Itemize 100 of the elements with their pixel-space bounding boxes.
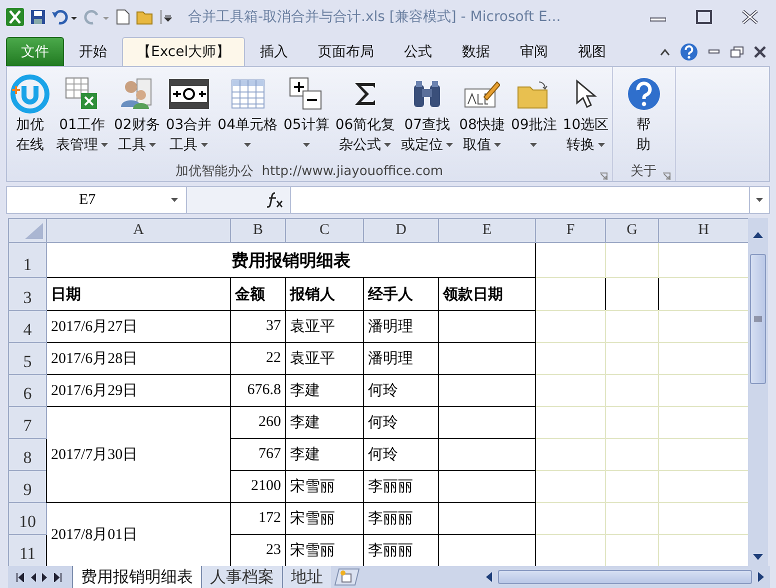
ribbon-button[interactable]: 06简化复 杂公式 xyxy=(332,71,398,161)
ribbon-tab[interactable]: 【Excel大师】 xyxy=(122,37,246,66)
spelling-pencil-icon xyxy=(464,79,500,109)
ribbon-button[interactable]: 05计算 xyxy=(280,71,332,161)
ribbon-tab[interactable]: 插入 xyxy=(245,37,304,66)
minimize-icon[interactable] xyxy=(708,48,720,54)
help-icon xyxy=(626,77,661,111)
row-header[interactable]: 11 xyxy=(8,534,46,566)
table-cell: 260 xyxy=(230,406,286,438)
ribbon-tab[interactable]: 数据 xyxy=(447,37,506,66)
customize-caret-icon[interactable] xyxy=(160,9,172,25)
ribbon-tab[interactable]: 开始 xyxy=(64,37,122,66)
excel-logo-icon[interactable] xyxy=(6,8,24,26)
merge-cells-icon xyxy=(168,79,209,109)
open-folder-icon[interactable] xyxy=(136,9,154,25)
group-label: 关于 xyxy=(630,163,657,180)
help-icon[interactable] xyxy=(680,42,698,60)
ribbon-button[interactable]: 04单元格 xyxy=(214,71,280,161)
table-cell: 676.8 xyxy=(230,374,286,406)
plus-minus-icon xyxy=(289,77,324,111)
dialog-launcher-icon[interactable] xyxy=(662,172,671,181)
row-header[interactable]: 10 xyxy=(8,502,46,534)
sheet-tab[interactable]: 人事档案 xyxy=(201,566,282,588)
ribbon-button[interactable]: 帮 助 xyxy=(612,71,675,161)
ribbon-button[interactable]: 01工作 表管理 xyxy=(53,71,111,161)
column-header[interactable]: F xyxy=(536,218,606,242)
ribbon-button[interactable]: 10选区 转换 xyxy=(560,71,612,161)
sheet-tab[interactable]: 地址 xyxy=(282,566,331,588)
table-cell: 2017/6月29日 xyxy=(46,374,230,406)
ribbon-tab[interactable]: 审阅 xyxy=(505,37,564,66)
save-icon[interactable] xyxy=(30,9,46,25)
column-header[interactable]: H xyxy=(658,218,748,242)
table-cell: 2017/6月27日 xyxy=(46,310,230,342)
row-header[interactable]: 8 xyxy=(8,438,46,470)
column-header[interactable]: E xyxy=(438,218,536,242)
row-header[interactable]: 3 xyxy=(8,278,46,310)
sheet-tab[interactable]: 费用报销明细表 xyxy=(72,566,201,588)
group-label: 加优智能办公 http://www.jiayouoffice.com xyxy=(176,163,444,180)
table-cell: 李建 xyxy=(286,374,364,406)
ribbon-button[interactable]: 09批注 xyxy=(508,71,560,161)
row-header[interactable]: 4 xyxy=(8,310,46,342)
row-header[interactable]: 7 xyxy=(8,406,46,438)
ribbon-tab[interactable]: 视图 xyxy=(563,37,622,66)
table-cell: 宋雪丽 xyxy=(286,470,364,502)
table-cell: 潘明理 xyxy=(364,310,438,342)
vertical-scrollbar[interactable] xyxy=(748,218,768,566)
column-header[interactable]: D xyxy=(364,218,438,242)
new-document-icon[interactable] xyxy=(116,9,130,25)
row-header[interactable]: 6 xyxy=(8,374,46,406)
scroll-thumb[interactable] xyxy=(498,570,752,584)
undo-icon[interactable] xyxy=(52,9,78,25)
table-cell: 何玲 xyxy=(364,438,438,470)
table-cell: 李建 xyxy=(286,438,364,470)
ribbon-button[interactable]: 加优 在线 xyxy=(7,71,53,161)
ribbon-button[interactable]: 08快捷 取值 xyxy=(456,71,508,161)
previous-sheet-icon[interactable] xyxy=(30,572,36,582)
window-title: 合并工具箱-取消合并与合计.xls [兼容模式] - Microsoft E... xyxy=(188,8,562,26)
next-sheet-icon[interactable] xyxy=(42,572,48,582)
ribbon-tab[interactable]: 页面布局 xyxy=(303,37,390,66)
table-title: 费用报销明细表 xyxy=(46,242,536,278)
table-cell: 2017/7月30日 xyxy=(46,406,230,502)
column-heading: 经手人 xyxy=(364,278,438,310)
first-sheet-icon[interactable] xyxy=(16,572,24,582)
close-icon[interactable] xyxy=(754,46,766,58)
table-cell: 李丽丽 xyxy=(364,502,438,534)
table-cell: 宋雪丽 xyxy=(286,502,364,534)
dialog-launcher-icon[interactable] xyxy=(598,172,608,181)
scroll-left-icon[interactable] xyxy=(486,572,492,582)
maximize-icon[interactable] xyxy=(696,10,712,24)
column-header[interactable]: A xyxy=(46,218,230,242)
column-heading: 日期 xyxy=(46,278,230,310)
restore-icon[interactable] xyxy=(730,46,744,58)
logo-icon xyxy=(10,74,50,114)
column-heading: 领款日期 xyxy=(438,278,536,310)
row-header[interactable]: 9 xyxy=(8,470,46,502)
row-header[interactable]: 5 xyxy=(8,342,46,374)
table-cell: 何玲 xyxy=(364,406,438,438)
ribbon-tab[interactable]: 公式 xyxy=(389,37,448,66)
table-cell: 潘明理 xyxy=(364,342,438,374)
column-header[interactable]: C xyxy=(286,218,364,242)
table-cell: 2017/6月28日 xyxy=(46,342,230,374)
row-header[interactable]: 1 xyxy=(8,242,46,278)
collapse-ribbon-icon[interactable] xyxy=(660,48,670,56)
table-cell: 袁亚平 xyxy=(286,310,364,342)
scroll-down-icon[interactable] xyxy=(753,554,763,560)
column-header[interactable]: B xyxy=(230,218,286,242)
new-sheet-icon[interactable] xyxy=(333,567,361,587)
last-sheet-icon[interactable] xyxy=(54,572,62,582)
ribbon-button[interactable]: 07查找 或定位 xyxy=(398,71,456,161)
column-header[interactable]: G xyxy=(606,218,658,242)
table-cell: 767 xyxy=(230,438,286,470)
scroll-up-icon[interactable] xyxy=(753,232,763,238)
close-icon[interactable] xyxy=(741,9,759,25)
ribbon-tab[interactable]: 文件 xyxy=(6,37,64,66)
table-cell: 何玲 xyxy=(364,374,438,406)
table-cell: 李建 xyxy=(286,406,364,438)
grip-icon[interactable] xyxy=(754,316,762,322)
ribbon-button[interactable]: 03合并 工具 xyxy=(162,71,215,161)
scroll-right-icon[interactable] xyxy=(758,572,764,582)
ribbon-button[interactable]: 02财务 工具 xyxy=(111,71,163,161)
